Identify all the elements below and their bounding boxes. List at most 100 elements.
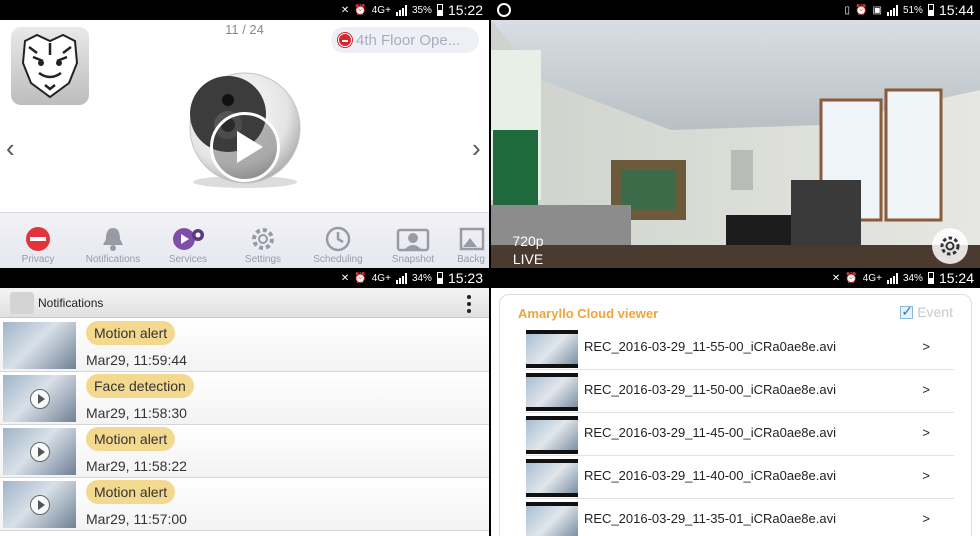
recording-filename: REC_2016-03-29_11-55-00_iCRa0ae8e.avi [584,339,836,354]
app-logo[interactable] [11,27,89,105]
mute-icon: ✕ [831,272,841,284]
recording-row[interactable]: REC_2016-03-29_11-45-00_iCRa0ae8e.avi > [526,413,954,456]
services-button[interactable]: Services [152,225,224,265]
signal-icon [886,272,898,284]
status-bar: ✕ ⏰ 4G+ 34% 15:23 [0,268,489,288]
scheduling-button[interactable]: Scheduling [302,225,374,265]
cloud-viewer-title: Amaryllo Cloud viewer [518,306,659,321]
chevron-right-icon[interactable]: > [922,468,930,483]
camera-list-screen: ✕ ⏰ 4G+ 35% 15:22 11 / 24 4th Floor Ope.… [0,0,489,268]
camera-settings-button[interactable] [932,228,968,264]
battery-percent: 35% [411,4,432,16]
live-video-feed[interactable] [491,20,980,268]
offline-status-icon [338,33,352,47]
signal-icon [395,4,407,16]
snapshot-button[interactable]: Snapshot [377,225,449,265]
status-bar: ✕ ⏰ 4G+ 34% 15:24 [491,268,980,288]
play-icon [237,131,263,163]
battery-icon [927,272,934,284]
chevron-right-icon[interactable]: > [922,382,930,397]
play-icon[interactable] [30,495,50,515]
notification-item[interactable]: Face detection Mar29, 11:58:30 [0,372,489,425]
previous-camera-arrow-icon[interactable]: ‹ [6,135,15,161]
resolution-indicator[interactable]: 720p LIVE [503,232,553,268]
notification-time: Mar29, 11:59:44 [86,352,187,368]
settings-button[interactable]: Settings [227,225,299,265]
screen-record-icon [497,3,511,17]
mute-icon: ✕ [340,4,350,16]
notifications-label: Notifications [85,254,141,265]
notification-time: Mar29, 11:58:22 [86,458,187,474]
notifications-button[interactable]: Notifications [77,225,149,265]
scheduling-label: Scheduling [313,254,363,265]
play-button[interactable] [210,112,280,182]
background-button[interactable]: Backg [446,225,489,265]
battery-percent: 34% [411,272,432,284]
event-label: Event [917,304,953,320]
play-icon[interactable] [30,389,50,409]
chevron-right-icon[interactable]: > [922,511,930,526]
recording-thumbnail [526,459,578,497]
network-type: 4G+ [371,272,391,284]
event-filter[interactable]: Event [900,303,953,320]
recording-row[interactable]: REC_2016-03-29_11-35-01_iCRa0ae8e.avi > [526,499,954,536]
next-camera-arrow-icon[interactable]: › [472,135,481,161]
battery-percent: 34% [902,272,923,284]
clock: 15:24 [938,270,974,286]
tiger-logo-icon [21,33,79,99]
notification-thumbnail [3,481,76,528]
settings-label: Settings [244,254,282,265]
live-view-screen: ▯ ⏰ ▣ 51% 15:44 720p LIVE [491,0,980,268]
recording-filename: REC_2016-03-29_11-35-01_iCRa0ae8e.avi [584,511,836,526]
alarm-icon: ⏰ [845,272,858,284]
chevron-right-icon[interactable]: > [922,339,930,354]
clock-icon [325,226,351,252]
cloud-viewer-card: Amaryllo Cloud viewer Event REC_2016-03-… [499,294,972,536]
more-options-icon[interactable] [467,295,471,313]
battery-percent: 51% [902,4,923,16]
notifications-title: Notifications [38,295,104,310]
gear-icon [940,236,960,256]
app-logo-icon[interactable] [10,291,34,314]
recording-row[interactable]: REC_2016-03-29_11-50-00_iCRa0ae8e.avi > [526,370,954,413]
play-icon[interactable] [30,442,50,462]
privacy-button[interactable]: Privacy [2,225,74,265]
recording-row[interactable]: REC_2016-03-29_11-40-00_iCRa0ae8e.avi > [526,456,954,499]
notification-type: Face detection [86,374,194,398]
battery-icon [436,272,443,284]
notification-type: Motion alert [86,480,176,504]
notification-item[interactable]: Motion alert Mar29, 11:57:00 [0,478,489,531]
alarm-icon: ⏰ [354,4,367,16]
notification-thumbnail [3,428,76,475]
recording-thumbnail [526,502,578,536]
notification-time: Mar29, 11:58:30 [86,405,187,421]
event-checkbox[interactable] [900,303,914,320]
recording-filename: REC_2016-03-29_11-45-00_iCRa0ae8e.avi [584,425,836,440]
notification-item[interactable]: Motion alert Mar29, 11:59:44 [0,319,489,372]
notifications-screen: ✕ ⏰ 4G+ 34% 15:23 Notifications Motion a… [0,268,489,536]
network-type: 4G+ [862,272,882,284]
alarm-icon: ⏰ [855,4,868,16]
status-bar: ✕ ⏰ 4G+ 35% 15:22 [0,0,489,20]
camera-name: 4th Floor Ope... [356,31,461,49]
camera-icon [396,228,430,252]
camera-name-pill[interactable]: 4th Floor Ope... [331,27,479,53]
battery-icon [927,4,934,16]
mute-icon: ✕ [340,272,350,284]
background-icon [459,227,485,251]
resolution-label: 720p [512,233,544,249]
chevron-right-icon[interactable]: > [922,425,930,440]
recording-filename: REC_2016-03-29_11-50-00_iCRa0ae8e.avi [584,382,836,397]
gear-icon [252,228,274,250]
recording-row[interactable]: REC_2016-03-29_11-55-00_iCRa0ae8e.avi > [526,327,954,370]
clock: 15:22 [447,2,483,18]
privacy-label: Privacy [21,254,55,265]
live-label: LIVE [512,251,544,267]
signal-icon [886,4,898,16]
notification-item[interactable]: Motion alert Mar29, 11:58:22 [0,425,489,478]
notification-type: Motion alert [86,427,176,451]
alarm-icon: ⏰ [354,272,367,284]
background-label: Backg [457,254,485,265]
screenshot-grid: ✕ ⏰ 4G+ 35% 15:22 11 / 24 4th Floor Ope.… [0,0,980,536]
notification-thumbnail [3,375,76,422]
